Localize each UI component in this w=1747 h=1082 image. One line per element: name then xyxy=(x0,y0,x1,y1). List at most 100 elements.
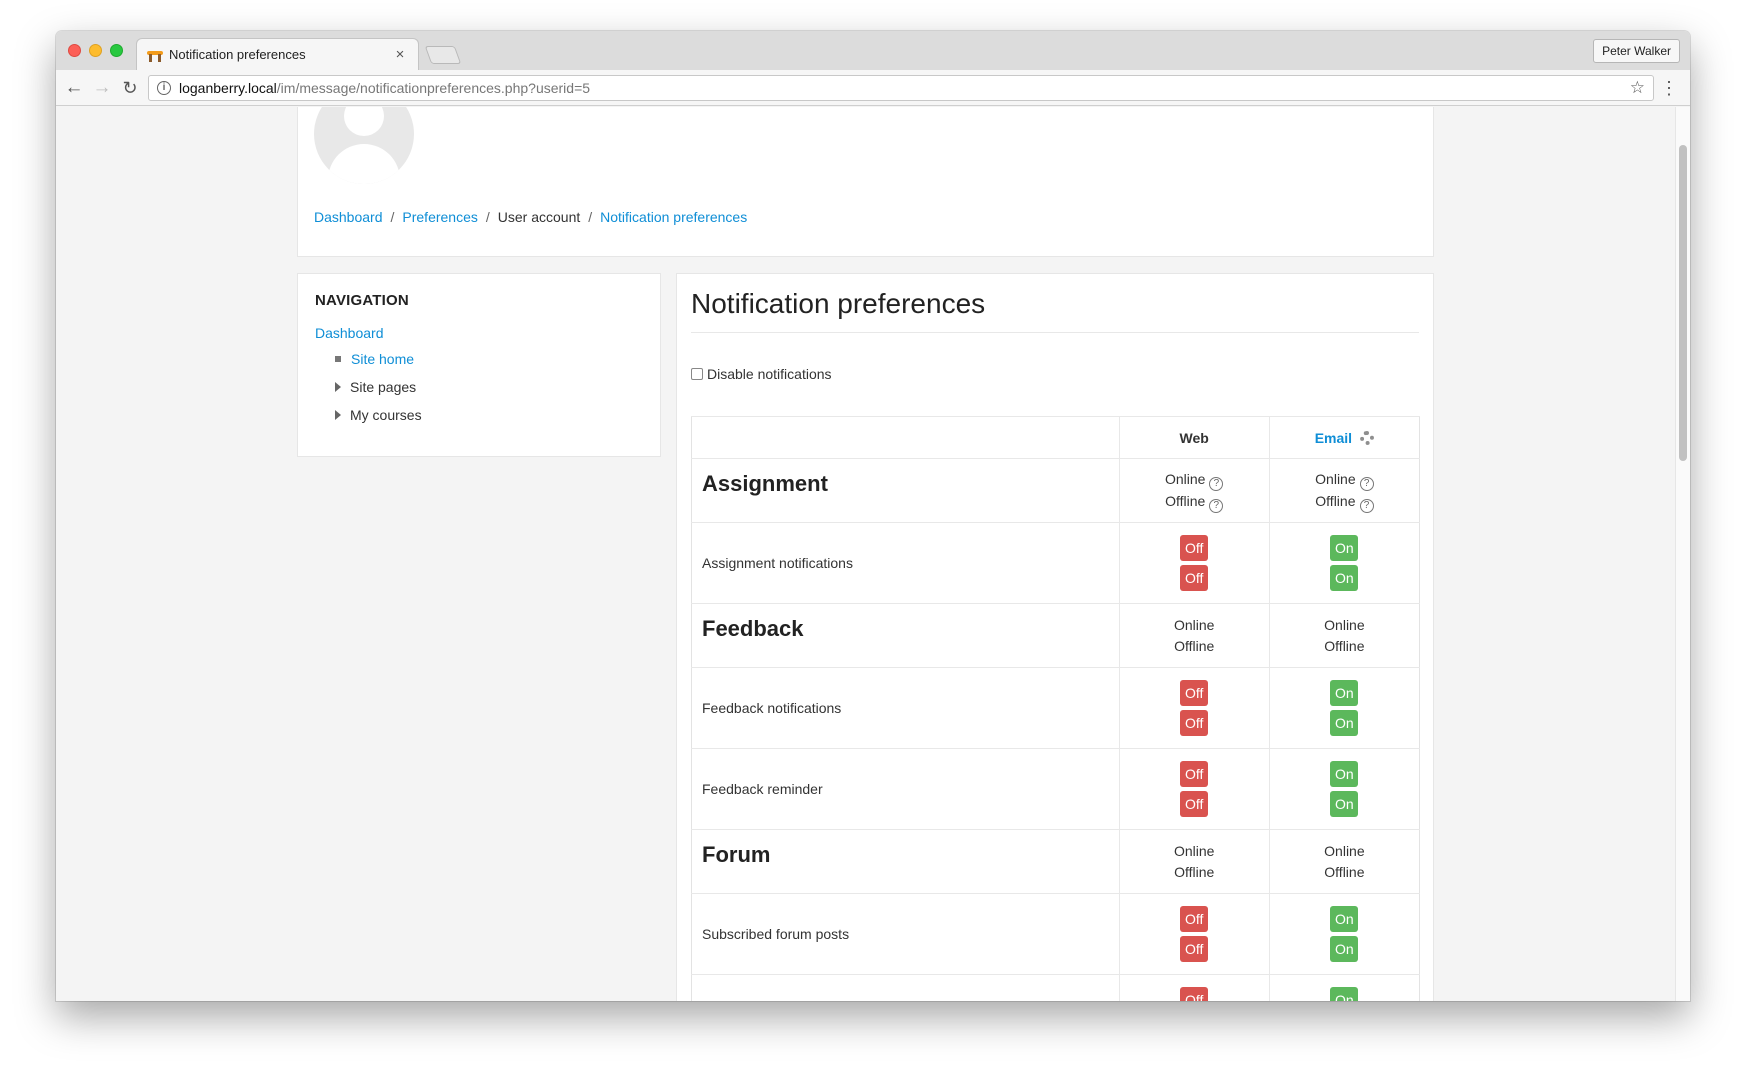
bookmark-star-icon[interactable]: ☆ xyxy=(1630,78,1645,98)
close-window-button[interactable] xyxy=(68,44,81,57)
new-tab-button[interactable] xyxy=(424,46,462,64)
offline-label: Offline xyxy=(1324,863,1365,880)
web-online-toggle[interactable]: Off xyxy=(1180,987,1209,1001)
email-offline-toggle[interactable]: On xyxy=(1330,710,1359,736)
email-online-toggle[interactable]: On xyxy=(1330,680,1359,706)
help-icon[interactable]: ? xyxy=(1359,498,1374,513)
breadcrumb-separator: / xyxy=(390,209,395,225)
breadcrumb-dashboard[interactable]: Dashboard xyxy=(314,209,383,225)
offline-label: Offline xyxy=(1165,492,1206,509)
site-info-icon[interactable]: i xyxy=(157,81,171,95)
email-offline-toggle[interactable]: On xyxy=(1330,936,1359,962)
table-row: Off On xyxy=(691,974,1420,1001)
nav-item-site-pages[interactable]: Site pages xyxy=(333,373,643,401)
web-online-toggle[interactable]: Off xyxy=(1180,680,1209,706)
web-online-toggle[interactable]: Off xyxy=(1180,906,1209,932)
breadcrumb-separator: / xyxy=(588,209,593,225)
nav-dashboard-link[interactable]: Dashboard xyxy=(315,325,643,341)
web-toggles: Off Off xyxy=(1118,748,1270,830)
web-offline-toggle[interactable]: Off xyxy=(1180,710,1209,736)
web-online-toggle[interactable]: Off xyxy=(1180,761,1209,787)
email-toggles: On On xyxy=(1268,893,1420,975)
browser-toolbar: ← → ↻ i loganberry.local/im/message/noti… xyxy=(56,70,1690,106)
email-online-toggle[interactable]: On xyxy=(1330,987,1359,1001)
address-bar[interactable]: i loganberry.local/im/message/notificati… xyxy=(148,75,1654,101)
email-state-labels: Online Offline xyxy=(1268,603,1420,668)
email-toggles: On On xyxy=(1268,748,1420,830)
email-state-labels: Online? Offline? xyxy=(1268,458,1420,523)
browser-tab[interactable]: Notification preferences × xyxy=(136,38,419,70)
help-icon[interactable]: ? xyxy=(1209,476,1224,491)
nav-item-my-courses[interactable]: My courses xyxy=(333,401,643,429)
disable-notifications-label: Disable notifications xyxy=(707,366,832,382)
email-online-toggle[interactable]: On xyxy=(1330,761,1359,787)
caret-right-icon[interactable] xyxy=(335,382,341,392)
url-path: /im/message/notificationpreferences.php?… xyxy=(276,80,591,96)
browser-menu-icon[interactable]: ⋮ xyxy=(1660,78,1678,98)
navigation-block: NAVIGATION Dashboard Site home Site page… xyxy=(297,273,661,457)
component-row: Forum Online Offline Online Offline xyxy=(691,829,1420,894)
moodle-favicon-icon xyxy=(147,48,163,62)
email-toggles: On On xyxy=(1268,667,1420,749)
column-header-email[interactable]: Email xyxy=(1268,416,1420,459)
breadcrumb-notification-preferences[interactable]: Notification preferences xyxy=(600,209,747,225)
online-label: Online xyxy=(1173,616,1215,633)
web-offline-toggle[interactable]: Off xyxy=(1180,936,1209,962)
component-row: Assignment Online? Offline? Online? Offl… xyxy=(691,458,1420,523)
page-title: Notification preferences xyxy=(691,288,1419,333)
breadcrumb-separator: / xyxy=(485,209,490,225)
tab-strip: Notification preferences × Peter Walker xyxy=(56,31,1690,70)
table-row: Feedback reminder Off Off On On xyxy=(691,748,1420,830)
help-icon[interactable]: ? xyxy=(1359,476,1374,491)
page-scrollbar[interactable] xyxy=(1675,107,1690,1001)
email-online-toggle[interactable]: On xyxy=(1330,906,1359,932)
help-icon[interactable]: ? xyxy=(1209,498,1224,513)
preferences-table: Web Email Assignment Online? Offline? On… xyxy=(691,416,1420,1001)
tab-close-icon[interactable]: × xyxy=(392,46,408,63)
offline-label: Offline xyxy=(1174,863,1215,880)
breadcrumb-preferences[interactable]: Preferences xyxy=(402,209,477,225)
caret-right-icon[interactable] xyxy=(335,410,341,420)
breadcrumb: Dashboard / Preferences / User account /… xyxy=(314,209,747,225)
page-header: Peter Walker Dashboard / Preferences / U… xyxy=(297,107,1434,257)
email-toggles: On xyxy=(1268,974,1420,1001)
tab-title: Notification preferences xyxy=(169,47,306,62)
online-label: Online xyxy=(1173,842,1215,859)
nav-item-label: Site pages xyxy=(350,379,417,395)
component-name: Assignment xyxy=(691,458,1120,523)
web-toggles: Off xyxy=(1118,974,1270,1001)
nav-item-label: My courses xyxy=(350,407,422,423)
avatar[interactable] xyxy=(314,107,414,184)
forward-arrow-icon[interactable]: → xyxy=(90,76,114,100)
online-label: Online xyxy=(1164,470,1206,487)
email-online-toggle[interactable]: On xyxy=(1330,535,1359,561)
header-empty-cell xyxy=(691,416,1120,459)
email-settings-link[interactable]: Email xyxy=(1315,430,1352,446)
minimize-window-button[interactable] xyxy=(89,44,102,57)
offline-label: Offline xyxy=(1174,637,1215,654)
navigation-list: Site home Site pages My courses xyxy=(315,345,643,429)
page-viewport: Peter Walker Dashboard / Preferences / U… xyxy=(56,107,1690,1001)
gear-icon[interactable] xyxy=(1360,430,1375,445)
disable-notifications-checkbox[interactable] xyxy=(691,368,703,380)
component-name: Feedback xyxy=(691,603,1120,668)
back-arrow-icon[interactable]: ← xyxy=(62,76,86,100)
web-toggles: Off Off xyxy=(1118,893,1270,975)
disable-notifications-row[interactable]: Disable notifications xyxy=(691,366,1419,382)
preference-name: Subscribed forum posts xyxy=(691,893,1120,975)
web-offline-toggle[interactable]: Off xyxy=(1180,791,1209,817)
reload-icon[interactable]: ↻ xyxy=(118,76,142,100)
nav-item-site-home[interactable]: Site home xyxy=(333,345,643,373)
web-online-toggle[interactable]: Off xyxy=(1180,535,1209,561)
web-offline-toggle[interactable]: Off xyxy=(1180,565,1209,591)
web-toggles: Off Off xyxy=(1118,522,1270,604)
email-offline-toggle[interactable]: On xyxy=(1330,791,1359,817)
email-offline-toggle[interactable]: On xyxy=(1330,565,1359,591)
maximize-window-button[interactable] xyxy=(110,44,123,57)
online-label: Online xyxy=(1315,470,1356,487)
preference-name: Assignment notifications xyxy=(691,522,1120,604)
component-name: Forum xyxy=(691,829,1120,894)
preference-name: Feedback reminder xyxy=(691,748,1120,830)
scrollbar-thumb[interactable] xyxy=(1679,145,1687,461)
profile-button[interactable]: Peter Walker xyxy=(1593,39,1680,63)
